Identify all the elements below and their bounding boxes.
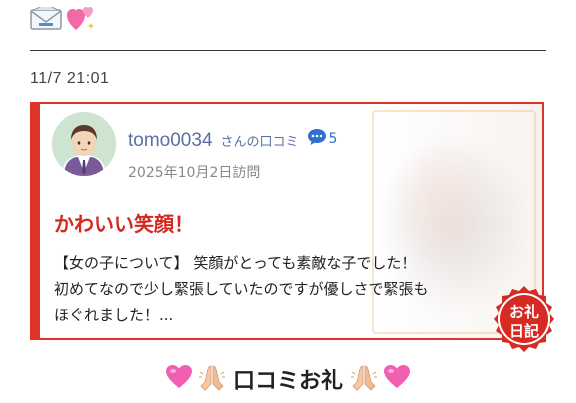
pink-heart-icon bbox=[165, 364, 193, 394]
pray-hands-icon bbox=[197, 362, 227, 396]
review-body: 【女の子について】 笑顔がとっても素敵な子でした！ 初めてなので少し緊張していた… bbox=[54, 254, 429, 324]
review-header: tomo0034 さんの口コミ 5 bbox=[128, 128, 337, 152]
pink-heart-icon bbox=[383, 364, 411, 394]
divider bbox=[30, 50, 546, 51]
visit-date: 2025年10月2日訪問 bbox=[128, 165, 261, 181]
username-link[interactable]: tomo0034 bbox=[128, 130, 213, 152]
comment-count-badge[interactable]: 5 bbox=[307, 128, 338, 150]
review-title: かわいい笑顔！ bbox=[54, 212, 194, 236]
svg-text:日記: 日記 bbox=[509, 322, 539, 340]
speech-bubble-icon bbox=[307, 128, 327, 150]
envelope-icon bbox=[30, 3, 62, 35]
footer-label: 口コミお礼 bbox=[232, 369, 343, 394]
post-timestamp: 11/7 21:01 bbox=[30, 70, 110, 87]
avatar bbox=[52, 112, 116, 176]
sparkling-heart-icon bbox=[66, 5, 96, 37]
svg-text:お礼: お礼 bbox=[509, 303, 539, 321]
pray-hands-icon bbox=[349, 362, 379, 396]
review-card[interactable]: tomo0034 さんの口コミ 5 2025年10月2日訪問 かわいい笑顔！ 【… bbox=[30, 102, 544, 340]
thanks-diary-seal-icon: お礼 日記 bbox=[489, 284, 559, 354]
review-suffix: さんの口コミ bbox=[220, 135, 299, 150]
comment-count: 5 bbox=[328, 131, 338, 147]
header-emoji-row bbox=[30, 3, 96, 37]
footer-row: 口コミお礼 bbox=[0, 362, 576, 396]
